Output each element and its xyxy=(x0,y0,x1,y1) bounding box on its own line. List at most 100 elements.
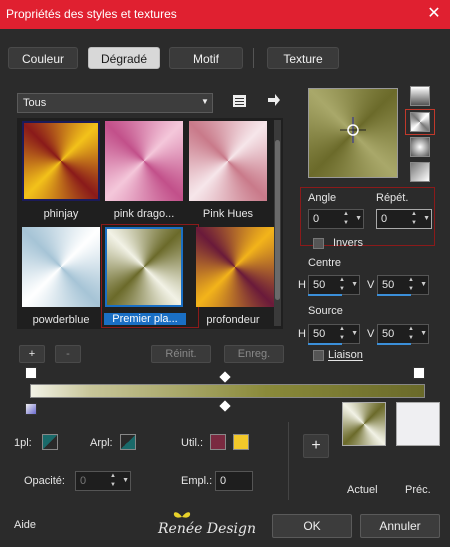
radial-style-icon[interactable] xyxy=(410,137,430,157)
gradient-label: pink drago... xyxy=(113,208,175,220)
window-title: Propriétés des styles et textures xyxy=(6,7,177,21)
spinner-arrows-icon[interactable]: ▲ ▼ xyxy=(406,325,416,343)
user-color-swatch[interactable] xyxy=(210,434,226,450)
angle-label: Angle xyxy=(308,192,337,204)
chevron-down-icon[interactable]: ▼ xyxy=(420,281,427,288)
location-value: 0 xyxy=(220,475,227,487)
centre-v-input[interactable]: 50 ▲ ▼ ▼ xyxy=(377,275,429,295)
background-label: Arpl: xyxy=(90,437,113,449)
tab-divider xyxy=(253,48,254,68)
add-swatch-button[interactable]: + xyxy=(303,434,329,458)
source-label: Source xyxy=(308,305,343,317)
invert-checkbox[interactable] xyxy=(313,238,324,249)
tab-motif[interactable]: Motif xyxy=(169,47,243,69)
gradient-editor-bar[interactable] xyxy=(30,384,425,398)
centre-label: Centre xyxy=(308,257,342,269)
gradient-label: profondeur xyxy=(206,314,260,326)
remove-gradient-button[interactable]: - xyxy=(55,345,81,363)
link-checkbox[interactable] xyxy=(313,350,324,361)
scrollbar-thumb[interactable] xyxy=(275,140,280,300)
spinner-arrows-icon[interactable]: ▲ ▼ xyxy=(108,472,118,490)
opacity-label: Opacité: xyxy=(24,475,65,487)
source-v-slider[interactable] xyxy=(377,343,411,345)
gradient-thumb-premier-plan[interactable] xyxy=(105,227,183,307)
current-swatch[interactable] xyxy=(342,402,386,446)
spinner-arrows-icon[interactable]: ▲ ▼ xyxy=(341,210,351,228)
end-opacity-marker-icon[interactable] xyxy=(413,367,425,379)
spinner-arrows-icon[interactable]: ▲ ▼ xyxy=(337,276,347,294)
gradient-thumb-pink-dragon[interactable] xyxy=(105,121,183,201)
source-v-input[interactable]: 50 ▲ ▼ ▼ xyxy=(377,324,429,344)
user-color-label: Util.: xyxy=(181,437,203,449)
repeat-input[interactable]: 0 ▲ ▼ ▼ xyxy=(376,209,432,229)
gradient-label: Pink Hues xyxy=(202,208,254,220)
gradient-label: powderblue xyxy=(32,314,90,326)
opacity-midpoint-icon[interactable] xyxy=(219,371,231,383)
gradient-thumb-phinjay[interactable] xyxy=(22,121,100,201)
current-label: Actuel xyxy=(347,484,378,496)
opacity-input[interactable]: 0 ▲ ▼ ▼ xyxy=(75,471,131,491)
centre-h-slider[interactable] xyxy=(308,294,342,296)
spinner-arrows-icon[interactable]: ▲ ▼ xyxy=(409,210,419,228)
sunburst-style-icon[interactable] xyxy=(410,162,430,182)
location-label: Empl.: xyxy=(181,475,213,487)
opacity-value: 0 xyxy=(80,475,87,487)
spinner-arrows-icon[interactable]: ▲ ▼ xyxy=(406,276,416,294)
tab-couleur[interactable]: Couleur xyxy=(8,47,78,69)
help-link[interactable]: Aide xyxy=(14,519,36,531)
chevron-down-icon: ▼ xyxy=(201,97,209,106)
spinner-arrows-icon[interactable]: ▲ ▼ xyxy=(337,325,347,343)
source-h-input[interactable]: 50 ▲ ▼ ▼ xyxy=(308,324,360,344)
centre-v-slider[interactable] xyxy=(377,294,411,296)
gradient-thumb-profondeur[interactable] xyxy=(196,227,274,307)
crosshair-icon[interactable] xyxy=(340,117,366,143)
close-icon[interactable]: ✕ xyxy=(423,3,445,25)
previous-swatch[interactable] xyxy=(396,402,440,446)
add-gradient-button[interactable]: + xyxy=(19,345,45,363)
chevron-down-icon[interactable]: ▼ xyxy=(351,330,358,337)
location-input[interactable]: 0 xyxy=(215,471,253,491)
centre-h-value: 50 xyxy=(313,279,326,291)
foreground-swatch[interactable] xyxy=(42,434,58,450)
tab-texture[interactable]: Texture xyxy=(267,47,339,69)
divider xyxy=(288,422,289,500)
chevron-down-icon[interactable]: ▼ xyxy=(420,330,427,337)
start-opacity-marker-icon[interactable] xyxy=(25,367,37,379)
chevron-down-icon[interactable]: ▼ xyxy=(122,477,129,484)
gradient-label-selected: Premier pla... xyxy=(104,313,186,325)
chevron-down-icon[interactable]: ▼ xyxy=(351,281,358,288)
link-label: Liaison xyxy=(328,349,363,361)
source-v-value: 50 xyxy=(382,328,395,340)
ok-button[interactable]: OK xyxy=(272,514,352,538)
source-h-slider[interactable] xyxy=(308,343,342,345)
color-midpoint-icon[interactable] xyxy=(219,400,231,412)
centre-h-label: H xyxy=(298,279,306,291)
arrow-right-icon[interactable] xyxy=(265,93,283,111)
reset-button[interactable]: Réinit. xyxy=(151,345,211,363)
gradient-thumb-pink-hues[interactable] xyxy=(189,121,267,201)
repeat-label: Répét. xyxy=(376,192,409,204)
angle-value: 0 xyxy=(313,213,320,225)
category-selected: Tous xyxy=(23,97,47,109)
angle-input[interactable]: 0 ▲ ▼ ▼ xyxy=(308,209,364,229)
linear-style-icon[interactable] xyxy=(410,86,430,106)
user-color-swatch-2[interactable] xyxy=(233,434,249,450)
previous-label: Préc. xyxy=(405,484,431,496)
save-button[interactable]: Enreg. xyxy=(224,345,284,363)
cancel-button[interactable]: Annuler xyxy=(360,514,440,538)
centre-v-label: V xyxy=(367,279,375,291)
category-dropdown[interactable]: Tous ▼ xyxy=(17,93,213,113)
gradient-list-icon[interactable] xyxy=(231,93,249,111)
background-swatch[interactable] xyxy=(120,434,136,450)
start-color-marker-icon[interactable] xyxy=(25,403,37,415)
rectangular-style-icon[interactable] xyxy=(410,112,430,132)
gradient-label: phinjay xyxy=(43,208,79,220)
chevron-down-icon[interactable]: ▼ xyxy=(355,215,362,222)
centre-h-input[interactable]: 50 ▲ ▼ ▼ xyxy=(308,275,360,295)
tab-degrade[interactable]: Dégradé xyxy=(88,47,160,69)
repeat-value: 0 xyxy=(381,213,388,225)
gradient-thumb-powderblue[interactable] xyxy=(22,227,100,307)
chevron-down-icon[interactable]: ▼ xyxy=(423,215,430,222)
title-bar: Propriétés des styles et textures ✕ xyxy=(0,0,450,29)
source-h-label: H xyxy=(298,328,306,340)
